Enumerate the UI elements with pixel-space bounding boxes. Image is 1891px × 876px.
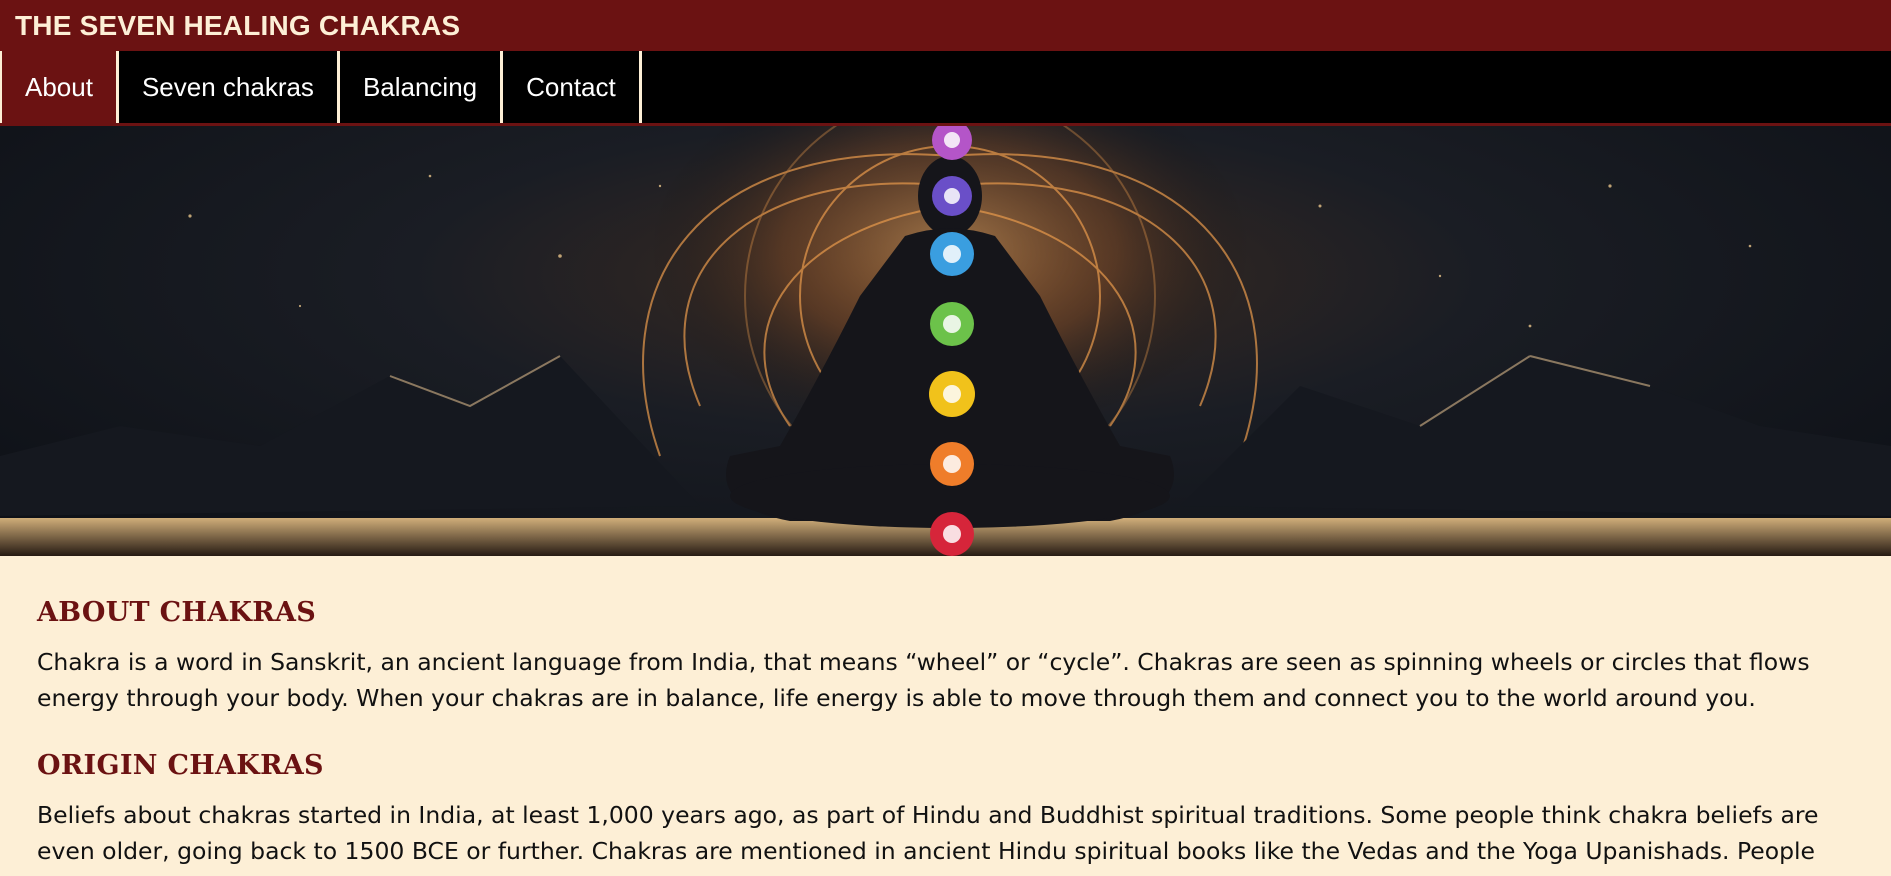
hero-image bbox=[0, 126, 1891, 556]
main-content: ABOUT CHAKRAS Chakra is a word in Sanskr… bbox=[0, 556, 1891, 876]
nav-item-balancing[interactable]: Balancing bbox=[340, 51, 504, 123]
about-chakras-title: ABOUT CHAKRAS bbox=[37, 597, 317, 628]
nav-item-about[interactable]: About bbox=[0, 51, 119, 123]
nav-item-contact[interactable]: Contact bbox=[503, 51, 642, 123]
site-title: THE SEVEN HEALING CHAKRAS bbox=[15, 9, 461, 41]
main-nav: About Seven chakras Balancing Contact bbox=[0, 51, 1891, 126]
site-header: THE SEVEN HEALING CHAKRAS bbox=[0, 0, 1891, 51]
meditating-figure-illustration bbox=[0, 126, 1891, 556]
nav-item-seven-chakras[interactable]: Seven chakras bbox=[119, 51, 340, 123]
about-chakras-text: Chakra is a word in Sanskrit, an ancient… bbox=[37, 648, 1810, 712]
origin-chakras-title: ORIGIN CHAKRAS bbox=[37, 750, 324, 781]
origin-chakras-text: Beliefs about chakras started in India, … bbox=[37, 801, 1819, 876]
